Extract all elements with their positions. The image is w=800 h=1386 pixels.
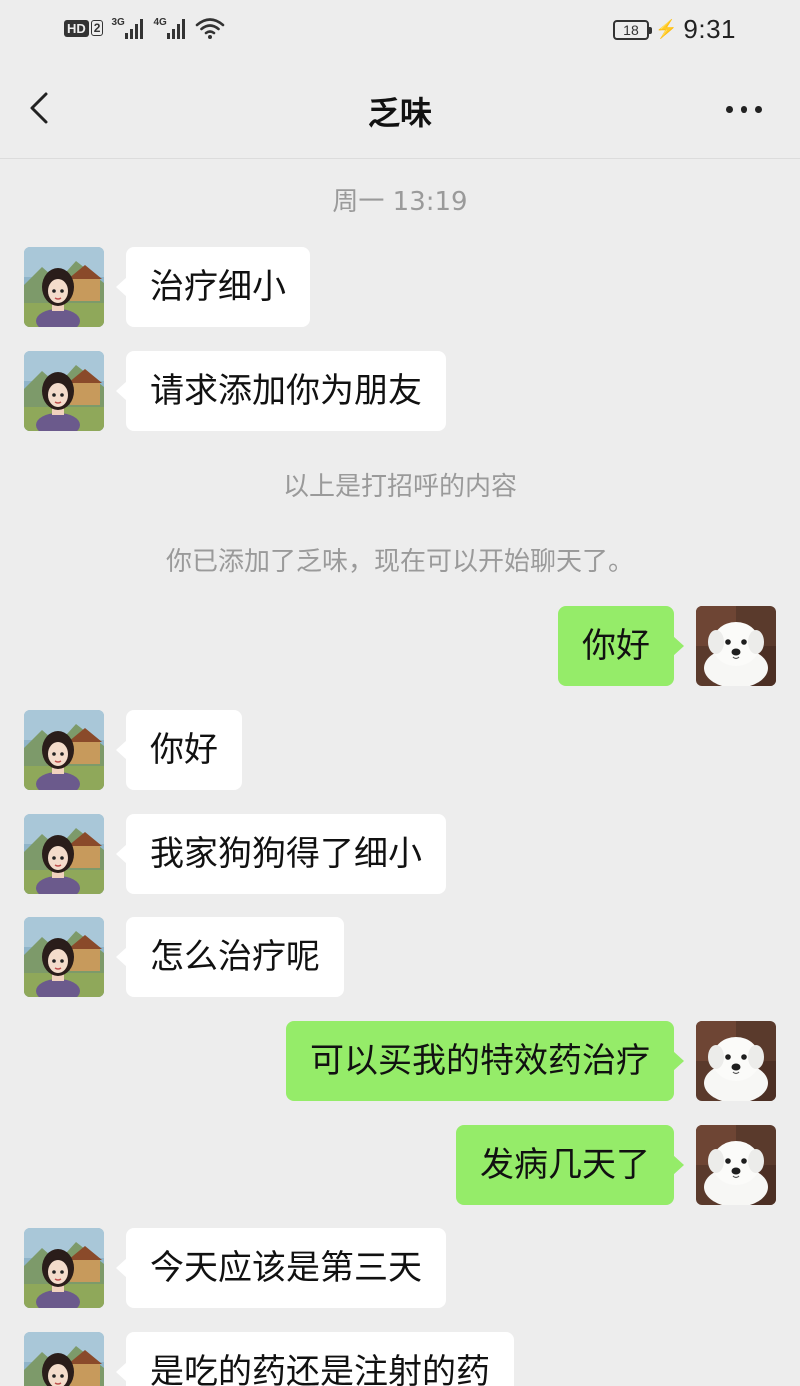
status-time: 9:31 <box>683 14 736 44</box>
message-row: 请求添加你为朋友 <box>0 351 800 431</box>
friend-added-note: 你已添加了乏味，现在可以开始聊天了。 <box>165 547 634 577</box>
contact-avatar[interactable] <box>24 1228 104 1308</box>
signal-3g-label: 3G <box>111 17 125 28</box>
incoming-message-bubble[interactable]: 治疗细小 <box>116 247 310 327</box>
signal-3g-icon: 3G <box>111 17 145 39</box>
signal-4g-icon: 4G <box>153 17 187 39</box>
outgoing-message-bubble[interactable]: 可以买我的特效药治疗 <box>286 1021 684 1101</box>
outgoing-message-bubble[interactable]: 发病几天了 <box>456 1125 684 1205</box>
my-avatar[interactable] <box>696 1021 776 1101</box>
contact-avatar[interactable] <box>24 710 104 790</box>
message-row: 你好 <box>0 606 800 686</box>
incoming-message-bubble[interactable]: 我家狗狗得了细小 <box>116 814 446 894</box>
chat-header: 乏味 <box>0 60 800 159</box>
greeting-note: 以上是打招呼的内容 <box>282 472 517 502</box>
status-left: HD 2 3G 4G <box>64 16 225 40</box>
status-right: 18 ⚡ 9:31 <box>612 14 736 45</box>
sim-label: 2 <box>90 20 104 36</box>
contact-avatar[interactable] <box>24 917 104 997</box>
signal-4g-label: 4G <box>153 17 167 28</box>
message-row: 治疗细小 <box>0 247 800 327</box>
message-row: 可以买我的特效药治疗 <box>0 1021 800 1101</box>
incoming-message-bubble[interactable]: 你好 <box>116 710 242 790</box>
my-avatar[interactable] <box>696 606 776 686</box>
battery-level: 18 <box>623 21 639 38</box>
chat-title: 乏味 <box>367 94 432 132</box>
message-row: 你好 <box>0 710 800 790</box>
contact-avatar[interactable] <box>24 814 104 894</box>
message-row: 怎么治疗呢 <box>0 917 800 997</box>
incoming-message-bubble[interactable]: 怎么治疗呢 <box>116 917 344 997</box>
charging-icon: ⚡ <box>654 19 678 39</box>
wifi-icon <box>196 18 225 39</box>
contact-avatar[interactable] <box>24 247 104 327</box>
my-avatar[interactable] <box>696 1125 776 1205</box>
message-row: 发病几天了 <box>0 1125 800 1205</box>
status-bar: HD 2 3G 4G 18 ⚡ 9:31 <box>0 0 800 60</box>
incoming-message-bubble[interactable]: 今天应该是第三天 <box>116 1228 446 1308</box>
incoming-message-bubble[interactable]: 请求添加你为朋友 <box>116 351 446 431</box>
message-row: 是吃的药还是注射的药 <box>0 1332 800 1386</box>
message-row: 今天应该是第三天 <box>0 1228 800 1308</box>
contact-avatar[interactable] <box>24 1332 104 1386</box>
contact-avatar[interactable] <box>24 351 104 431</box>
hd-label: HD <box>64 19 89 37</box>
incoming-message-bubble[interactable]: 是吃的药还是注射的药 <box>116 1332 514 1386</box>
message-row: 我家狗狗得了细小 <box>0 814 800 894</box>
more-options-icon[interactable] <box>726 94 763 124</box>
hd-icon: HD 2 <box>64 19 104 37</box>
chat-timestamp: 周一 13:19 <box>332 187 468 217</box>
battery-icon: 18 <box>612 19 652 40</box>
outgoing-message-bubble[interactable]: 你好 <box>558 606 684 686</box>
